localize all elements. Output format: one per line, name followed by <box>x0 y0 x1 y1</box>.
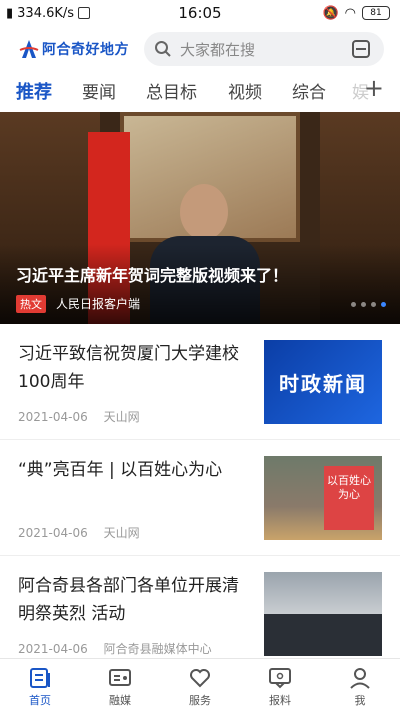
net-speed: 334.6K/s <box>17 5 75 21</box>
notification-icon <box>78 7 91 19</box>
carousel-dot-active[interactable] <box>381 302 386 307</box>
news-date: 2021-04-06 <box>18 410 88 424</box>
bottom-nav: 首页 融媒 服务 报料 我 <box>0 658 400 711</box>
channel-tabs: 推荐 要闻 总目标 视频 综合 娱 + <box>0 74 400 108</box>
nav-me[interactable]: 我 <box>320 659 400 711</box>
signal-icon: ▮ <box>6 5 14 21</box>
banner-carousel[interactable]: 习近平主席新年贺词完整版视频来了！ 热文 人民日报客户端 <box>0 112 400 324</box>
media-card-icon <box>109 669 131 686</box>
thumbnail-caption: 以百姓心为心 <box>324 466 374 530</box>
nav-label: 我 <box>354 694 366 707</box>
nav-report[interactable]: 报料 <box>240 659 320 711</box>
nav-media[interactable]: 融媒 <box>80 659 160 711</box>
banner-source: 人民日报客户端 <box>56 297 141 311</box>
nav-label: 服务 <box>189 694 211 707</box>
person-icon <box>350 668 370 689</box>
news-title[interactable]: “典”亮百年 | 以百姓心为心 <box>18 456 248 484</box>
news-date: 2021-04-06 <box>18 526 88 540</box>
mute-icon: 🔕 <box>322 5 339 21</box>
news-item[interactable]: 阿合奇县各部门各单位开展清明祭英烈 活动 2021-04-06 阿合奇县融媒体中… <box>0 556 400 658</box>
news-item[interactable]: 习近平致信祝贺厦门大学建校100周年 2021-04-06 天山网 时政新闻 <box>0 324 400 440</box>
news-date: 2021-04-06 <box>18 642 88 656</box>
add-channel-icon[interactable]: + <box>364 74 384 102</box>
wifi-icon: ◠ <box>344 5 356 21</box>
news-meta: 2021-04-06 阿合奇县融媒体中心 <box>18 640 212 657</box>
app-header: 阿合奇好地方 大家都在搜 <box>0 30 400 68</box>
heart-hands-icon <box>190 669 210 688</box>
news-thumbnail[interactable] <box>264 572 382 656</box>
hot-badge: 热文 <box>16 295 46 313</box>
carousel-dot[interactable] <box>361 302 366 307</box>
logo-text: 阿合奇好地方 <box>42 42 129 58</box>
nav-label: 首页 <box>29 694 51 707</box>
news-title[interactable]: 习近平致信祝贺厦门大学建校100周年 <box>18 340 248 396</box>
report-chat-icon <box>269 668 291 689</box>
nav-label: 报料 <box>269 694 291 707</box>
search-bar[interactable]: 大家都在搜 <box>144 32 384 66</box>
news-meta: 2021-04-06 天山网 <box>18 524 140 541</box>
news-source: 天山网 <box>103 526 140 540</box>
news-thumbnail[interactable]: 以百姓心为心 <box>264 456 382 540</box>
carousel-dots <box>351 302 386 307</box>
tab-goals[interactable]: 总目标 <box>146 78 197 103</box>
home-doc-icon <box>30 668 50 688</box>
tab-general[interactable]: 综合 <box>292 78 326 103</box>
news-meta: 2021-04-06 天山网 <box>18 408 140 425</box>
nav-label: 融媒 <box>109 694 131 707</box>
battery-icon: 81 <box>362 6 390 20</box>
nav-home[interactable]: 首页 <box>0 659 80 711</box>
news-source: 天山网 <box>103 410 140 424</box>
search-icon <box>155 41 171 57</box>
news-item[interactable]: “典”亮百年 | 以百姓心为心 2021-04-06 天山网 以百姓心为心 <box>0 440 400 556</box>
search-placeholder: 大家都在搜 <box>180 40 256 59</box>
tab-video[interactable]: 视频 <box>228 78 262 103</box>
logo-mark-icon <box>19 40 39 58</box>
banner-title[interactable]: 习近平主席新年贺词完整版视频来了！ <box>16 262 288 286</box>
news-title[interactable]: 阿合奇县各部门各单位开展清明祭英烈 活动 <box>18 572 248 628</box>
status-right: 🔕 ◠ 81 <box>322 6 390 21</box>
tab-news[interactable]: 要闻 <box>82 78 116 103</box>
nav-service[interactable]: 服务 <box>160 659 240 711</box>
tab-recommend[interactable]: 推荐 <box>16 78 52 104</box>
status-left: ▮ 334.6K/s <box>6 5 91 21</box>
carousel-dot[interactable] <box>371 302 376 307</box>
news-thumbnail[interactable]: 时政新闻 <box>264 340 382 424</box>
carousel-dot[interactable] <box>351 302 356 307</box>
scan-icon[interactable] <box>352 40 370 58</box>
news-source: 阿合奇县融媒体中心 <box>103 642 212 656</box>
speaker-head <box>180 184 228 240</box>
app-logo[interactable]: 阿合奇好地方 <box>18 38 138 60</box>
status-bar: ▮ 334.6K/s 16:05 🔕 ◠ 81 <box>0 0 400 26</box>
